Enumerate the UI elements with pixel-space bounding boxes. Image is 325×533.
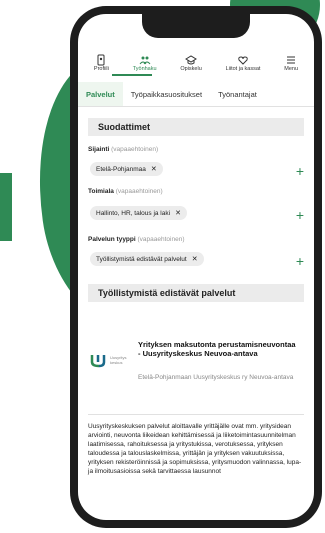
tab-employers[interactable]: Työnantajat (210, 82, 265, 106)
nav-active-indicator (112, 74, 152, 76)
nav-menu-label: Menu (284, 66, 299, 72)
industry-label-text: Toimiala (88, 188, 114, 195)
optional-note: (vapaaehtoinen) (111, 146, 159, 153)
close-icon[interactable]: ✕ (192, 255, 198, 263)
nav-menu[interactable]: Menu (284, 54, 298, 72)
nav-unions[interactable]: Liitot ja kassat (225, 54, 261, 72)
nav-jobsearch[interactable]: Työnhaku (133, 54, 157, 72)
service-type-chip[interactable]: Työllistymistä edistävät palvelut ✕ (90, 252, 204, 266)
people-icon (139, 56, 151, 65)
service-type-label-text: Palvelun tyyppi (88, 236, 136, 243)
menu-icon (287, 56, 296, 64)
service-provider: Etelä-Pohjanmaan Uusyrityskeskus ry Neuv… (138, 374, 294, 381)
location-label-text: Sijainti (88, 146, 110, 153)
nav-study[interactable]: Opiskelu (180, 54, 202, 72)
service-type-chip-label: Työllistymistä edistävät palvelut (96, 255, 187, 263)
logo-text: Uusyritys keskus (110, 355, 127, 365)
tab-services[interactable]: Palvelut (78, 82, 123, 106)
add-industry-icon[interactable]: + (296, 208, 304, 222)
filters-heading: Suodattimet (88, 118, 304, 136)
heart-icon (238, 56, 248, 65)
tab-bar: Palvelut Työpaikkasuositukset Työnantaja… (78, 82, 314, 107)
industry-chip-label: Hallinto, HR, talous ja laki (96, 209, 171, 217)
nav-study-label: Opiskelu (180, 66, 202, 72)
industry-label: Toimiala (vapaaehtoinen) (88, 188, 163, 195)
nav-jobsearch-label: Työnhaku (132, 66, 157, 72)
service-description: Uusyrityskeskuksen palvelut aloittavalle… (88, 423, 302, 475)
service-title[interactable]: Yrityksen maksutonta perustamisneuvontaa… (138, 340, 298, 358)
add-location-icon[interactable]: + (296, 164, 304, 178)
nav-profile-label: Profiili (93, 66, 109, 72)
phone-notch (142, 14, 250, 38)
optional-note: (vapaaehtoinen) (137, 236, 185, 243)
tab-job-recommendations[interactable]: Työpaikkasuositukset (123, 82, 210, 106)
nav-unions-label: Liitot ja kassat (225, 66, 261, 72)
top-navigation: Profiili Työnhaku Opiskelu Liitot ja kas… (78, 42, 314, 72)
optional-note: (vapaaehtoinen) (115, 188, 163, 195)
close-icon[interactable]: ✕ (151, 165, 157, 173)
divider (88, 414, 304, 415)
profile-icon (97, 54, 105, 66)
background-bar (0, 173, 12, 241)
phone-frame: Profiili Työnhaku Opiskelu Liitot ja kas… (70, 6, 322, 528)
nav-profile[interactable]: Profiili (94, 54, 109, 72)
results-heading: Työllistymistä edistävät palvelut (88, 284, 304, 302)
logo-mark-icon (90, 355, 106, 368)
close-icon[interactable]: ✕ (175, 209, 181, 217)
phone-screen: Profiili Työnhaku Opiskelu Liitot ja kas… (78, 14, 314, 520)
industry-chip[interactable]: Hallinto, HR, talous ja laki ✕ (90, 206, 187, 220)
location-label: Sijainti (vapaaehtoinen) (88, 146, 158, 153)
add-service-type-icon[interactable]: + (296, 254, 304, 268)
location-chip-label: Etelä-Pohjanmaa (96, 165, 146, 173)
location-chip[interactable]: Etelä-Pohjanmaa ✕ (90, 162, 163, 176)
service-type-label: Palvelun tyyppi (vapaaehtoinen) (88, 236, 184, 243)
graduation-icon (185, 55, 198, 65)
service-card[interactable]: Uusyritys keskus Yrityksen maksutonta per… (88, 334, 304, 404)
uusyrityskeskus-logo: Uusyritys keskus (90, 350, 130, 370)
